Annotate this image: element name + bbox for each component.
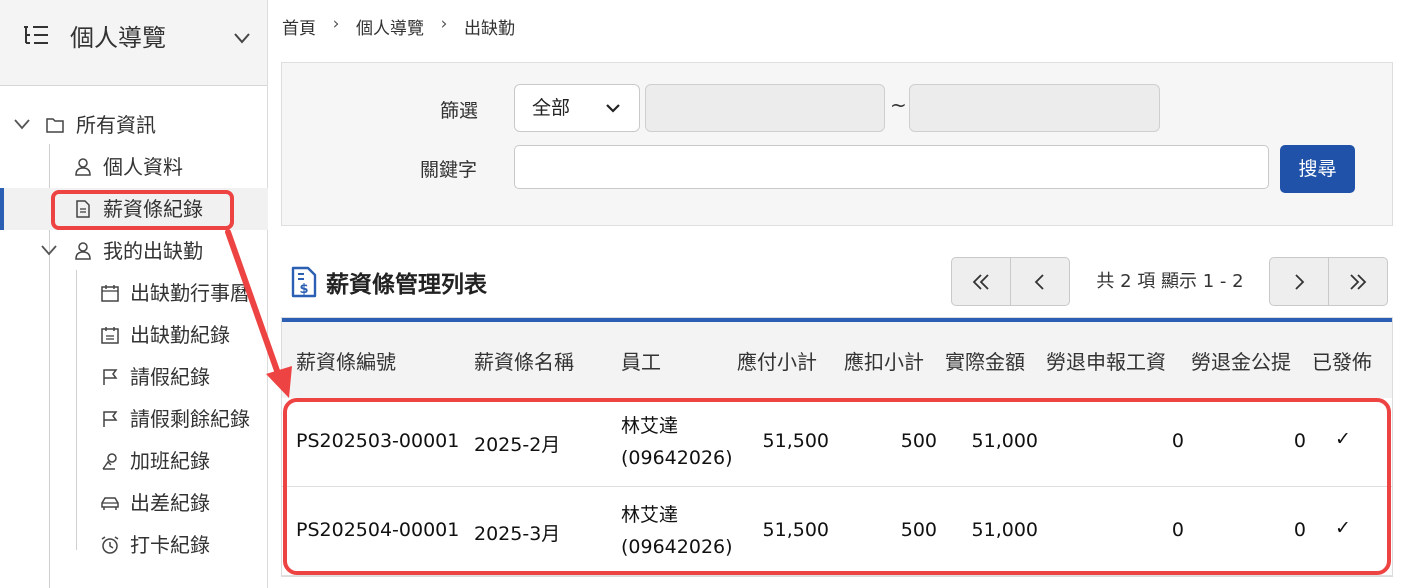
chevron-down-icon[interactable]	[40, 243, 58, 257]
last-page-button[interactable]	[1328, 257, 1388, 306]
flag-icon	[103, 369, 118, 385]
flag-icon	[103, 411, 118, 427]
date-range-separator: ~	[890, 93, 907, 117]
filter-panel: 篩選 全部 ~ 關鍵字 搜尋	[281, 62, 1393, 226]
breadcrumb-current: 出缺勤	[464, 19, 515, 39]
sidebar-item-label: 我的出缺勤	[103, 239, 203, 263]
column-header[interactable]: 實際金額	[945, 346, 1025, 375]
sidebar-item-clock-record[interactable]: 打卡紀錄	[0, 524, 268, 566]
sidebar-item-personal-info[interactable]: 個人資料	[0, 146, 268, 188]
filter-select[interactable]: 全部	[514, 84, 640, 132]
date-end-input[interactable]	[909, 84, 1160, 132]
sidebar-item-label: 出缺勤紀錄	[130, 323, 230, 347]
chevron-right-icon: ›	[332, 14, 340, 34]
annotation-highlight-sidebar	[51, 190, 234, 230]
search-button[interactable]: 搜尋	[1280, 145, 1355, 193]
column-header[interactable]: 已發佈	[1312, 346, 1372, 375]
breadcrumb: 首頁 › 個人導覽 › 出缺勤	[282, 14, 515, 39]
sidebar-item-label: 所有資訊	[76, 113, 156, 137]
sidebar-item-all-info[interactable]: 所有資訊	[0, 104, 268, 146]
user-icon	[75, 242, 91, 260]
breadcrumb-home[interactable]: 首頁	[282, 14, 316, 39]
filter-select-value: 全部	[532, 97, 571, 119]
calendar-list-icon	[101, 327, 119, 344]
sidebar-item-overtime-record[interactable]: 加班紀錄	[0, 440, 268, 482]
chevron-right-icon: ›	[440, 14, 448, 34]
nav-tree: 所有資訊 個人資料 薪資條紀錄 我的出缺勤 出缺勤行事曆 出缺勤紀錄 請假紀錄	[0, 104, 268, 588]
sidebar-item-label: 請假紀錄	[130, 365, 210, 389]
list-tree-icon	[24, 26, 48, 44]
sidebar-item-label: 加班紀錄	[130, 449, 210, 473]
date-start-input[interactable]	[645, 84, 885, 132]
column-header[interactable]: 應扣小計	[844, 346, 924, 375]
folder-icon	[46, 118, 64, 133]
chevron-down-icon[interactable]	[232, 30, 252, 46]
list-header: $ 薪資條管理列表	[290, 262, 487, 302]
chevron-down-icon	[606, 104, 620, 113]
double-chevron-right-icon	[1350, 273, 1367, 290]
prev-page-button[interactable]	[1010, 257, 1070, 306]
column-header[interactable]: 員工	[621, 346, 661, 375]
alarm-clock-icon	[101, 536, 119, 554]
keyword-label: 關鍵字	[420, 159, 478, 181]
sidebar-item-business-trip[interactable]: 出差紀錄	[0, 482, 268, 524]
next-page-button[interactable]	[1269, 257, 1329, 306]
overtime-icon	[102, 453, 117, 470]
pagination: 共 2 項 顯示 1 - 2	[951, 257, 1388, 306]
user-icon	[75, 158, 91, 176]
table-header: 薪資條編號 薪資條名稱 員工 應付小計 應扣小計 實際金額 勞退申報工資 勞退金…	[282, 318, 1392, 398]
list-title: 薪資條管理列表	[326, 272, 487, 298]
chevron-down-icon[interactable]	[13, 117, 31, 131]
sidebar-header[interactable]: 個人導覽	[0, 0, 267, 86]
sidebar-item-label: 打卡紀錄	[130, 533, 210, 557]
sidebar-item-label: 出差紀錄	[130, 491, 210, 515]
double-chevron-left-icon	[972, 273, 989, 290]
svg-text:$: $	[299, 282, 308, 297]
column-header[interactable]: 勞退申報工資	[1046, 346, 1166, 375]
column-header[interactable]: 應付小計	[737, 346, 817, 375]
sidebar-item-my-attendance[interactable]: 我的出缺勤	[0, 230, 268, 272]
calendar-icon	[101, 285, 119, 302]
payslip-document-icon: $	[291, 266, 317, 298]
annotation-highlight-table	[283, 398, 1391, 575]
sidebar: 個人導覽 所有資訊 個人資料 薪資條紀錄 我的出缺勤 出缺勤行事曆 出缺勤紀錄 …	[0, 0, 268, 588]
pagination-info: 共 2 項 顯示 1 - 2	[1096, 271, 1244, 292]
sidebar-item-attendance-calendar[interactable]: 出缺勤行事曆	[0, 272, 268, 314]
chevron-left-icon	[1034, 273, 1044, 290]
sidebar-item-label: 請假剩餘紀錄	[130, 407, 250, 431]
filter-label: 篩選	[440, 100, 479, 122]
column-header[interactable]: 薪資條編號	[296, 346, 396, 375]
chevron-right-icon	[1295, 273, 1305, 290]
column-header[interactable]: 薪資條名稱	[474, 346, 574, 375]
sidebar-item-label: 個人資料	[103, 155, 183, 179]
sidebar-item-label: 出缺勤行事曆	[130, 281, 250, 305]
first-page-button[interactable]	[951, 257, 1011, 306]
car-icon	[101, 497, 119, 510]
sidebar-item-attendance-record[interactable]: 出缺勤紀錄	[0, 314, 268, 356]
sidebar-item-leave-record[interactable]: 請假紀錄	[0, 356, 268, 398]
sidebar-title: 個人導覽	[70, 24, 166, 52]
keyword-input[interactable]	[514, 145, 1269, 189]
breadcrumb-personal-nav[interactable]: 個人導覽	[356, 14, 424, 39]
column-header[interactable]: 勞退金公提	[1191, 346, 1291, 375]
sidebar-item-leave-balance[interactable]: 請假剩餘紀錄	[0, 398, 268, 440]
